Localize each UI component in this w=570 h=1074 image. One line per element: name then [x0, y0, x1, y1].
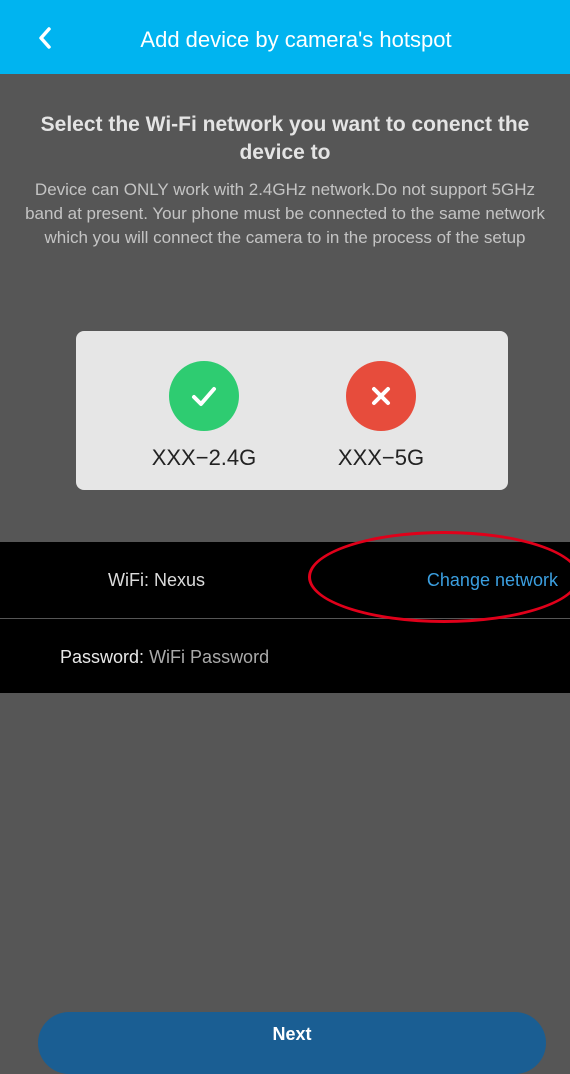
instruction-description: Device can ONLY work with 2.4GHz network… [25, 180, 545, 247]
band-label-2g: XXX−2.4G [151, 445, 257, 470]
password-input[interactable] [149, 647, 410, 668]
band-label-5g: XXX−5G [337, 445, 425, 470]
close-icon [346, 361, 416, 431]
instruction-heading: Select the Wi-Fi network you want to con… [40, 113, 530, 164]
password-label: Password: [60, 647, 145, 667]
band-option-2g: XXX−2.4G [134, 361, 274, 471]
band-info-card: XXX−2.4G XXX−5G [76, 331, 508, 490]
band-option-5g: XXX−5G [311, 361, 451, 471]
password-field-group: Password: [60, 647, 410, 668]
highlight-annotation [308, 531, 570, 623]
check-icon [169, 361, 239, 431]
next-button[interactable]: Next [38, 1012, 546, 1074]
page-title: Add device by camera's hotspot [140, 27, 452, 52]
header-bar: Add device by camera's hotspot [0, 0, 570, 74]
wifi-network-label: WiFi: Nexus [108, 570, 206, 590]
